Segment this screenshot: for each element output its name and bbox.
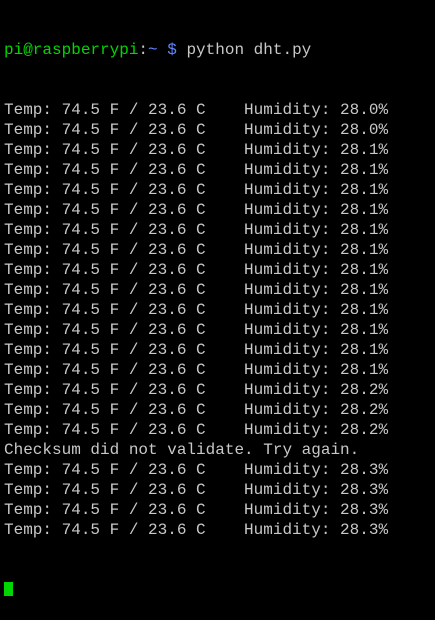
output-line: Temp: 74.5 F / 23.6 C Humidity: 28.1% <box>4 341 389 359</box>
output-line: Temp: 74.5 F / 23.6 C Humidity: 28.0% <box>4 101 389 119</box>
prompt-separator: : <box>138 41 149 59</box>
output-line: Temp: 74.5 F / 23.6 C Humidity: 28.1% <box>4 281 389 299</box>
terminal-window[interactable]: pi@raspberrypi:~ $ python dht.py Temp: 7… <box>4 0 435 596</box>
output-line: Temp: 74.5 F / 23.6 C Humidity: 28.1% <box>4 201 389 219</box>
output-line: Temp: 74.5 F / 23.6 C Humidity: 28.3% <box>4 521 389 539</box>
output-line: Temp: 74.5 F / 23.6 C Humidity: 28.1% <box>4 141 389 159</box>
output-line: Temp: 74.5 F / 23.6 C Humidity: 28.1% <box>4 181 389 199</box>
output-line: Temp: 74.5 F / 23.6 C Humidity: 28.1% <box>4 321 389 339</box>
output-line: Temp: 74.5 F / 23.6 C Humidity: 28.3% <box>4 501 389 519</box>
terminal-cursor[interactable] <box>4 582 13 596</box>
output-line: Temp: 74.5 F / 23.6 C Humidity: 28.1% <box>4 161 389 179</box>
prompt-path: ~ <box>148 41 158 59</box>
output-line: Temp: 74.5 F / 23.6 C Humidity: 28.1% <box>4 261 389 279</box>
output-line: Temp: 74.5 F / 23.6 C Humidity: 28.1% <box>4 301 389 319</box>
prompt-command: python dht.py <box>176 41 312 59</box>
output-line: Temp: 74.5 F / 23.6 C Humidity: 28.1% <box>4 241 389 259</box>
output-line: Checksum did not validate. Try again. <box>4 441 360 459</box>
terminal-output: Temp: 74.5 F / 23.6 C Humidity: 28.0% Tem… <box>4 100 435 540</box>
prompt-line: pi@raspberrypi:~ $ python dht.py <box>4 40 435 60</box>
output-line: Temp: 74.5 F / 23.6 C Humidity: 28.0% <box>4 121 389 139</box>
output-line: Temp: 74.5 F / 23.6 C Humidity: 28.3% <box>4 461 389 479</box>
output-line: Temp: 74.5 F / 23.6 C Humidity: 28.1% <box>4 221 389 239</box>
output-line: Temp: 74.5 F / 23.6 C Humidity: 28.2% <box>4 401 389 419</box>
output-line: Temp: 74.5 F / 23.6 C Humidity: 28.3% <box>4 481 389 499</box>
output-line: Temp: 74.5 F / 23.6 C Humidity: 28.2% <box>4 381 389 399</box>
cursor-line <box>4 580 435 600</box>
output-line: Temp: 74.5 F / 23.6 C Humidity: 28.1% <box>4 361 389 379</box>
output-line: Temp: 74.5 F / 23.6 C Humidity: 28.2% <box>4 421 389 439</box>
prompt-user-host: pi@raspberrypi <box>4 41 139 59</box>
prompt-symbol: $ <box>157 41 177 59</box>
